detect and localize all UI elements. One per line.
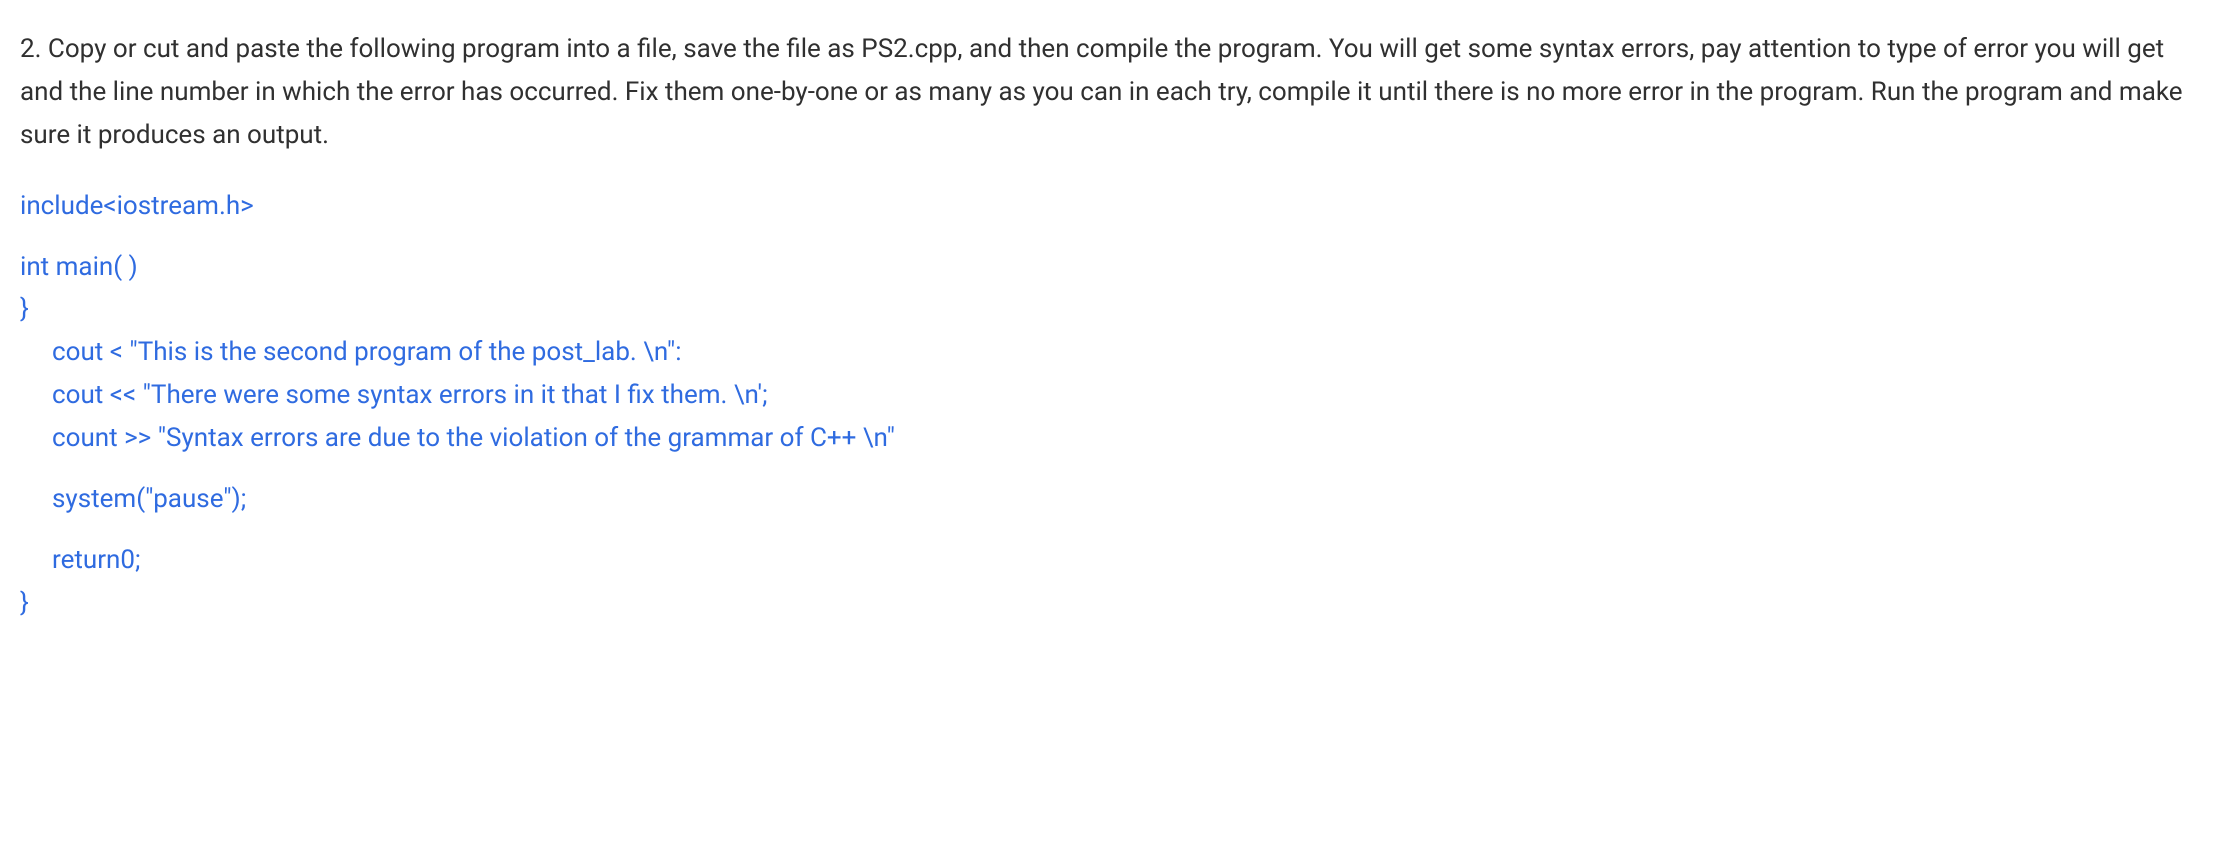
code-line-cout1: cout < "This is the second program of th… xyxy=(20,331,2198,374)
code-block: include<iostream.h> int main( ) } cout <… xyxy=(20,185,2198,625)
code-line-count: count >> "Syntax errors are due to the v… xyxy=(20,417,2198,460)
code-line-brace-open: } xyxy=(20,288,2198,331)
code-line-system: system("pause"); xyxy=(20,478,2198,521)
instruction-paragraph: 2. Copy or cut and paste the following p… xyxy=(20,28,2198,157)
code-line-return: return0; xyxy=(20,539,2198,582)
code-line-include: include<iostream.h> xyxy=(20,185,2198,228)
code-line-main: int main( ) xyxy=(20,246,2198,289)
code-line-brace-close: } xyxy=(20,582,2198,625)
code-line-cout2: cout << "There were some syntax errors i… xyxy=(20,374,2198,417)
